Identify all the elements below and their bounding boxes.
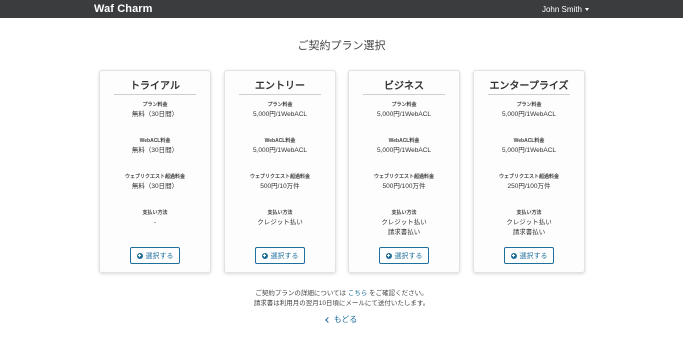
plus-circle-icon [385,252,392,259]
webacl-fee-value: 5,000円/1WebACL [501,147,557,154]
plan-card-business: ビジネス プラン料金 5,000円/1WebACL WebACL料金 5,000… [348,70,460,273]
select-entry-button[interactable]: 選択する [255,247,305,264]
plan-fee-label: プラン料金 [142,102,168,108]
chevron-left-icon [324,316,331,323]
caret-down-icon [585,7,589,11]
divider [114,94,196,95]
overage-label: ウェブリクエスト超過料金 [373,174,434,180]
overage-value: 無料（30日間） [131,183,179,190]
details-link[interactable]: こちら [348,290,368,297]
payment-value-2: 請求書払い [512,229,546,236]
plan-cards: トライアル プラン料金 無料（30日間） WebACL料金 無料（30日間） ウ… [99,70,585,273]
plan-name: ビジネス [384,81,424,92]
overage-value: 500円/100万件 [382,183,426,190]
plan-name: エントリー [255,81,305,92]
plan-fee-value: 5,000円/1WebACL [501,111,557,118]
payment-label: 支払い方法 [516,210,542,216]
webacl-fee-label: WebACL料金 [264,138,296,144]
plan-name: エンタープライズ [489,81,569,92]
plan-fee-label: プラン料金 [391,102,417,108]
payment-label: 支払い方法 [391,210,417,216]
plan-details-note: ご契約プランの詳細については こちら をご確認ください。 [0,287,683,297]
plan-fee-value: 5,000円/1WebACL [376,111,432,118]
select-business-button[interactable]: 選択する [379,247,429,264]
user-menu-dropdown[interactable]: John Smith [542,5,589,14]
webacl-fee-value: 無料（30日間） [131,147,179,154]
divider [488,94,570,95]
divider [239,94,321,95]
plan-fee-label: プラン料金 [267,102,293,108]
plus-circle-icon [510,252,517,259]
payment-value-1: クレジット払い [381,219,427,226]
brand-logo[interactable]: Waf Charm [94,3,153,15]
plan-card-entry: エントリー プラン料金 5,000円/1WebACL WebACL料金 5,00… [224,70,336,273]
back-label: もどる [333,315,358,324]
overage-value: 250円/100万件 [507,183,551,190]
payment-value-1: クレジット払い [257,219,303,226]
select-button-label: 選択する [519,252,548,260]
billing-note: 請求書は利用月の翌月10日頃にメールにて送付いたします。 [253,300,430,307]
select-enterprise-button[interactable]: 選択する [504,247,554,264]
webacl-fee-label: WebACL料金 [139,138,171,144]
payment-value-1: クレジット払い [506,219,552,226]
payment-value-2: 請求書払い [387,229,421,236]
plan-fee-value: 無料（30日間） [131,111,179,118]
plan-fee-value: 5,000円/1WebACL [252,111,308,118]
overage-label: ウェブリクエスト超過料金 [249,174,310,180]
payment-value-1: - [153,219,157,226]
plan-name: トライアル [130,81,180,92]
select-button-label: 選択する [394,252,423,260]
overage-label: ウェブリクエスト超過料金 [498,174,559,180]
select-button-label: 選択する [270,252,299,260]
user-name: John Smith [541,4,582,14]
webacl-fee-value: 5,000円/1WebACL [252,147,308,154]
plus-circle-icon [261,252,268,259]
select-button-label: 選択する [145,252,174,260]
payment-label: 支払い方法 [267,210,293,216]
payment-label: 支払い方法 [142,210,168,216]
details-suffix: をご確認ください。 [367,290,428,297]
webacl-fee-label: WebACL料金 [513,138,545,144]
webacl-fee-label: WebACL料金 [388,138,420,144]
select-trial-button[interactable]: 選択する [130,247,180,264]
overage-label: ウェブリクエスト超過料金 [124,174,185,180]
plan-card-trial: トライアル プラン料金 無料（30日間） WebACL料金 無料（30日間） ウ… [99,70,211,273]
back-link[interactable]: もどる [0,314,683,325]
plan-card-enterprise: エンタープライズ プラン料金 5,000円/1WebACL WebACL料金 5… [473,70,585,273]
webacl-fee-value: 5,000円/1WebACL [376,147,432,154]
page-title: ご契約プラン選択 [297,40,386,52]
divider [363,94,445,95]
overage-value: 500円/10万件 [260,183,300,190]
plan-fee-label: プラン料金 [516,102,542,108]
details-prefix: ご契約プランの詳細については [255,290,348,297]
plus-circle-icon [136,252,143,259]
top-navbar: Waf Charm John Smith [0,0,683,18]
